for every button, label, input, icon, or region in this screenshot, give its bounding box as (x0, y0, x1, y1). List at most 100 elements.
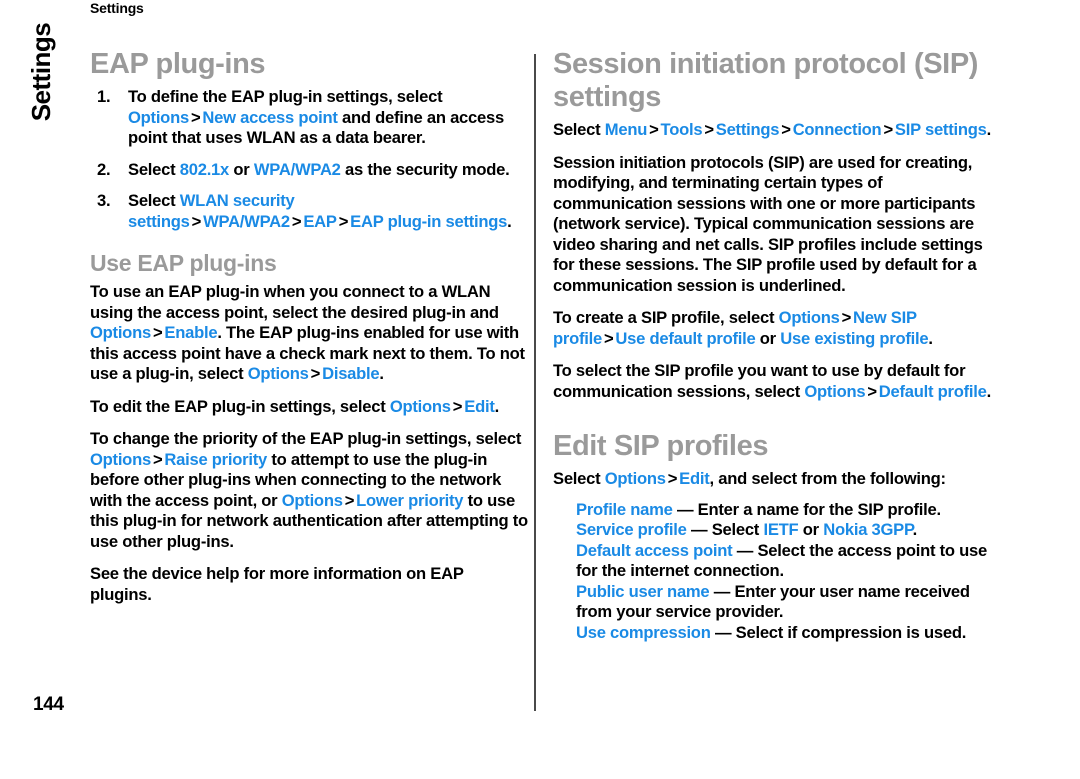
text-run: or (798, 520, 824, 539)
ui-term: IETF (763, 520, 799, 539)
ui-term: Options (90, 323, 151, 342)
ui-term: Settings (715, 120, 780, 139)
text-run: Select (553, 120, 605, 139)
ui-term: Tools (660, 120, 703, 139)
ui-term: Connection (792, 120, 882, 139)
ui-term: Edit (679, 469, 710, 488)
breadcrumb-separator: > (291, 211, 302, 231)
text-run: To edit the EAP plug-in settings, select (90, 396, 390, 416)
breadcrumb-separator: > (883, 120, 893, 139)
text-run: or (229, 159, 254, 179)
breadcrumb-separator: > (667, 469, 678, 488)
breadcrumb-separator: > (781, 120, 791, 139)
eap-plugin-steps-list: To define the EAP plug-in settings, sele… (90, 87, 528, 232)
paragraph: To change the priority of the EAP plug-i… (90, 429, 528, 552)
ui-term: SIP settings (894, 120, 987, 139)
text-run: . (986, 120, 992, 139)
text-run: Select (553, 469, 605, 488)
page-number: 144 (33, 694, 64, 715)
text-run: Select (128, 191, 180, 210)
text-run: — Select (686, 520, 764, 539)
breadcrumb-separator: > (190, 107, 201, 127)
text-run: To define the EAP plug-in settings, sele… (128, 87, 443, 106)
list-item: Default access point — Select the access… (576, 541, 991, 582)
ui-term: Raise priority (164, 449, 267, 469)
paragraph: To use an EAP plug-in when you connect t… (90, 282, 528, 385)
list-item: Use compression — Select if compression … (576, 623, 991, 644)
text-run: as the security mode. (340, 159, 510, 179)
list-item: Select WLAN security settings > WPA/WPA2 > E… (90, 191, 528, 232)
ui-term: Options (281, 490, 343, 510)
text-run: To use an EAP plug-in when you connect t… (90, 282, 499, 322)
list-item: Public user name — Enter your user name … (576, 582, 991, 623)
breadcrumb-separator: > (152, 323, 163, 342)
section-heading-eap-plugins: EAP plug-ins (90, 48, 266, 80)
ui-term: WPA/WPA2 (253, 159, 341, 179)
ui-term: Options (778, 308, 840, 327)
text-run: . (507, 211, 512, 231)
section-heading-edit-sip-profiles: Edit SIP profiles (553, 430, 769, 462)
text-run: To change the priority of the EAP plug-i… (90, 429, 522, 448)
ui-term: Edit (464, 396, 495, 416)
ui-term: 802.1x (179, 159, 230, 179)
ui-term: EAP plug-in settings (350, 211, 508, 231)
breadcrumb-separator: > (191, 211, 202, 231)
section-heading-sip-settings: Session initiation protocol (SIP) settin… (553, 48, 979, 113)
sip-profile-settings-list: Profile name — Enter a name for the SIP … (553, 500, 991, 644)
text-run: Session initiation protocols (SIP) are u… (553, 152, 983, 295)
text-run: . (986, 381, 992, 401)
running-header-title: Settings (90, 0, 144, 16)
ui-term: Disable (322, 364, 380, 383)
text-run: . (379, 364, 384, 383)
chapter-tab-settings: Settings (26, 22, 56, 122)
ui-term: Enable (164, 323, 218, 342)
text-run: Select (128, 159, 180, 179)
ui-term: Options (389, 396, 451, 416)
paragraph: To edit the EAP plug-in settings, select… (90, 397, 528, 418)
ui-term: Public user name (576, 581, 710, 601)
ui-term: Default profile (878, 381, 987, 401)
text-run: — Select if compression is used. (710, 622, 967, 642)
ui-term: Use default profile (615, 328, 756, 348)
ui-term: Options (90, 449, 151, 469)
ui-term: Lower priority (356, 490, 464, 510)
ui-term: EAP (303, 211, 337, 231)
paragraph: Select Options > Edit, and select from the… (553, 469, 991, 490)
list-item: Select 802.1x or WPA/WPA2 as the securit… (90, 160, 528, 181)
paragraph: To create a SIP profile, select Options >… (553, 308, 991, 349)
ui-term: Options (604, 469, 666, 488)
left-column: EAP plug-ins To define the EAP plug-in s… (90, 48, 528, 617)
breadcrumb-separator: > (452, 396, 463, 416)
breadcrumb-separator: > (649, 120, 659, 139)
right-column: Session initiation protocol (SIP) settin… (553, 48, 991, 643)
text-run: . (928, 328, 933, 348)
text-run: To create a SIP profile, select (553, 308, 779, 327)
breadcrumb-separator: > (310, 364, 321, 383)
list-item: Service profile — Select IETF or Nokia 3… (576, 520, 991, 541)
ui-term: Default access point (576, 540, 733, 560)
breadcrumb-separator: > (841, 308, 852, 327)
breadcrumb-separator: > (704, 120, 714, 139)
ui-term: Profile name (576, 499, 673, 519)
paragraph: See the device help for more information… (90, 564, 528, 605)
ui-term: WPA/WPA2 (203, 211, 290, 231)
breadcrumb-separator: > (152, 449, 163, 469)
text-run: or (755, 328, 781, 348)
ui-term: Options (247, 364, 309, 383)
breadcrumb-separator: > (867, 381, 877, 401)
ui-term: Options (804, 381, 866, 401)
list-item: To define the EAP plug-in settings, sele… (90, 87, 528, 149)
text-run: . (494, 396, 500, 416)
text-run: . (912, 520, 918, 539)
text-run: See the device help for more information… (90, 564, 464, 604)
paragraph: Select Menu > Tools > Settings > Connection > SI… (553, 120, 991, 141)
subsection-heading-use-eap-plugins: Use EAP plug-ins (90, 250, 277, 276)
ui-term: New access point (202, 107, 338, 127)
ui-term: Service profile (576, 520, 687, 539)
text-run: — Enter a name for the SIP profile. (672, 499, 941, 519)
paragraph: To select the SIP profile you want to us… (553, 361, 991, 402)
column-divider (534, 54, 536, 711)
paragraph: Session initiation protocols (SIP) are u… (553, 153, 991, 297)
list-item: Profile name — Enter a name for the SIP … (576, 500, 991, 521)
ui-term: Options (128, 107, 189, 127)
